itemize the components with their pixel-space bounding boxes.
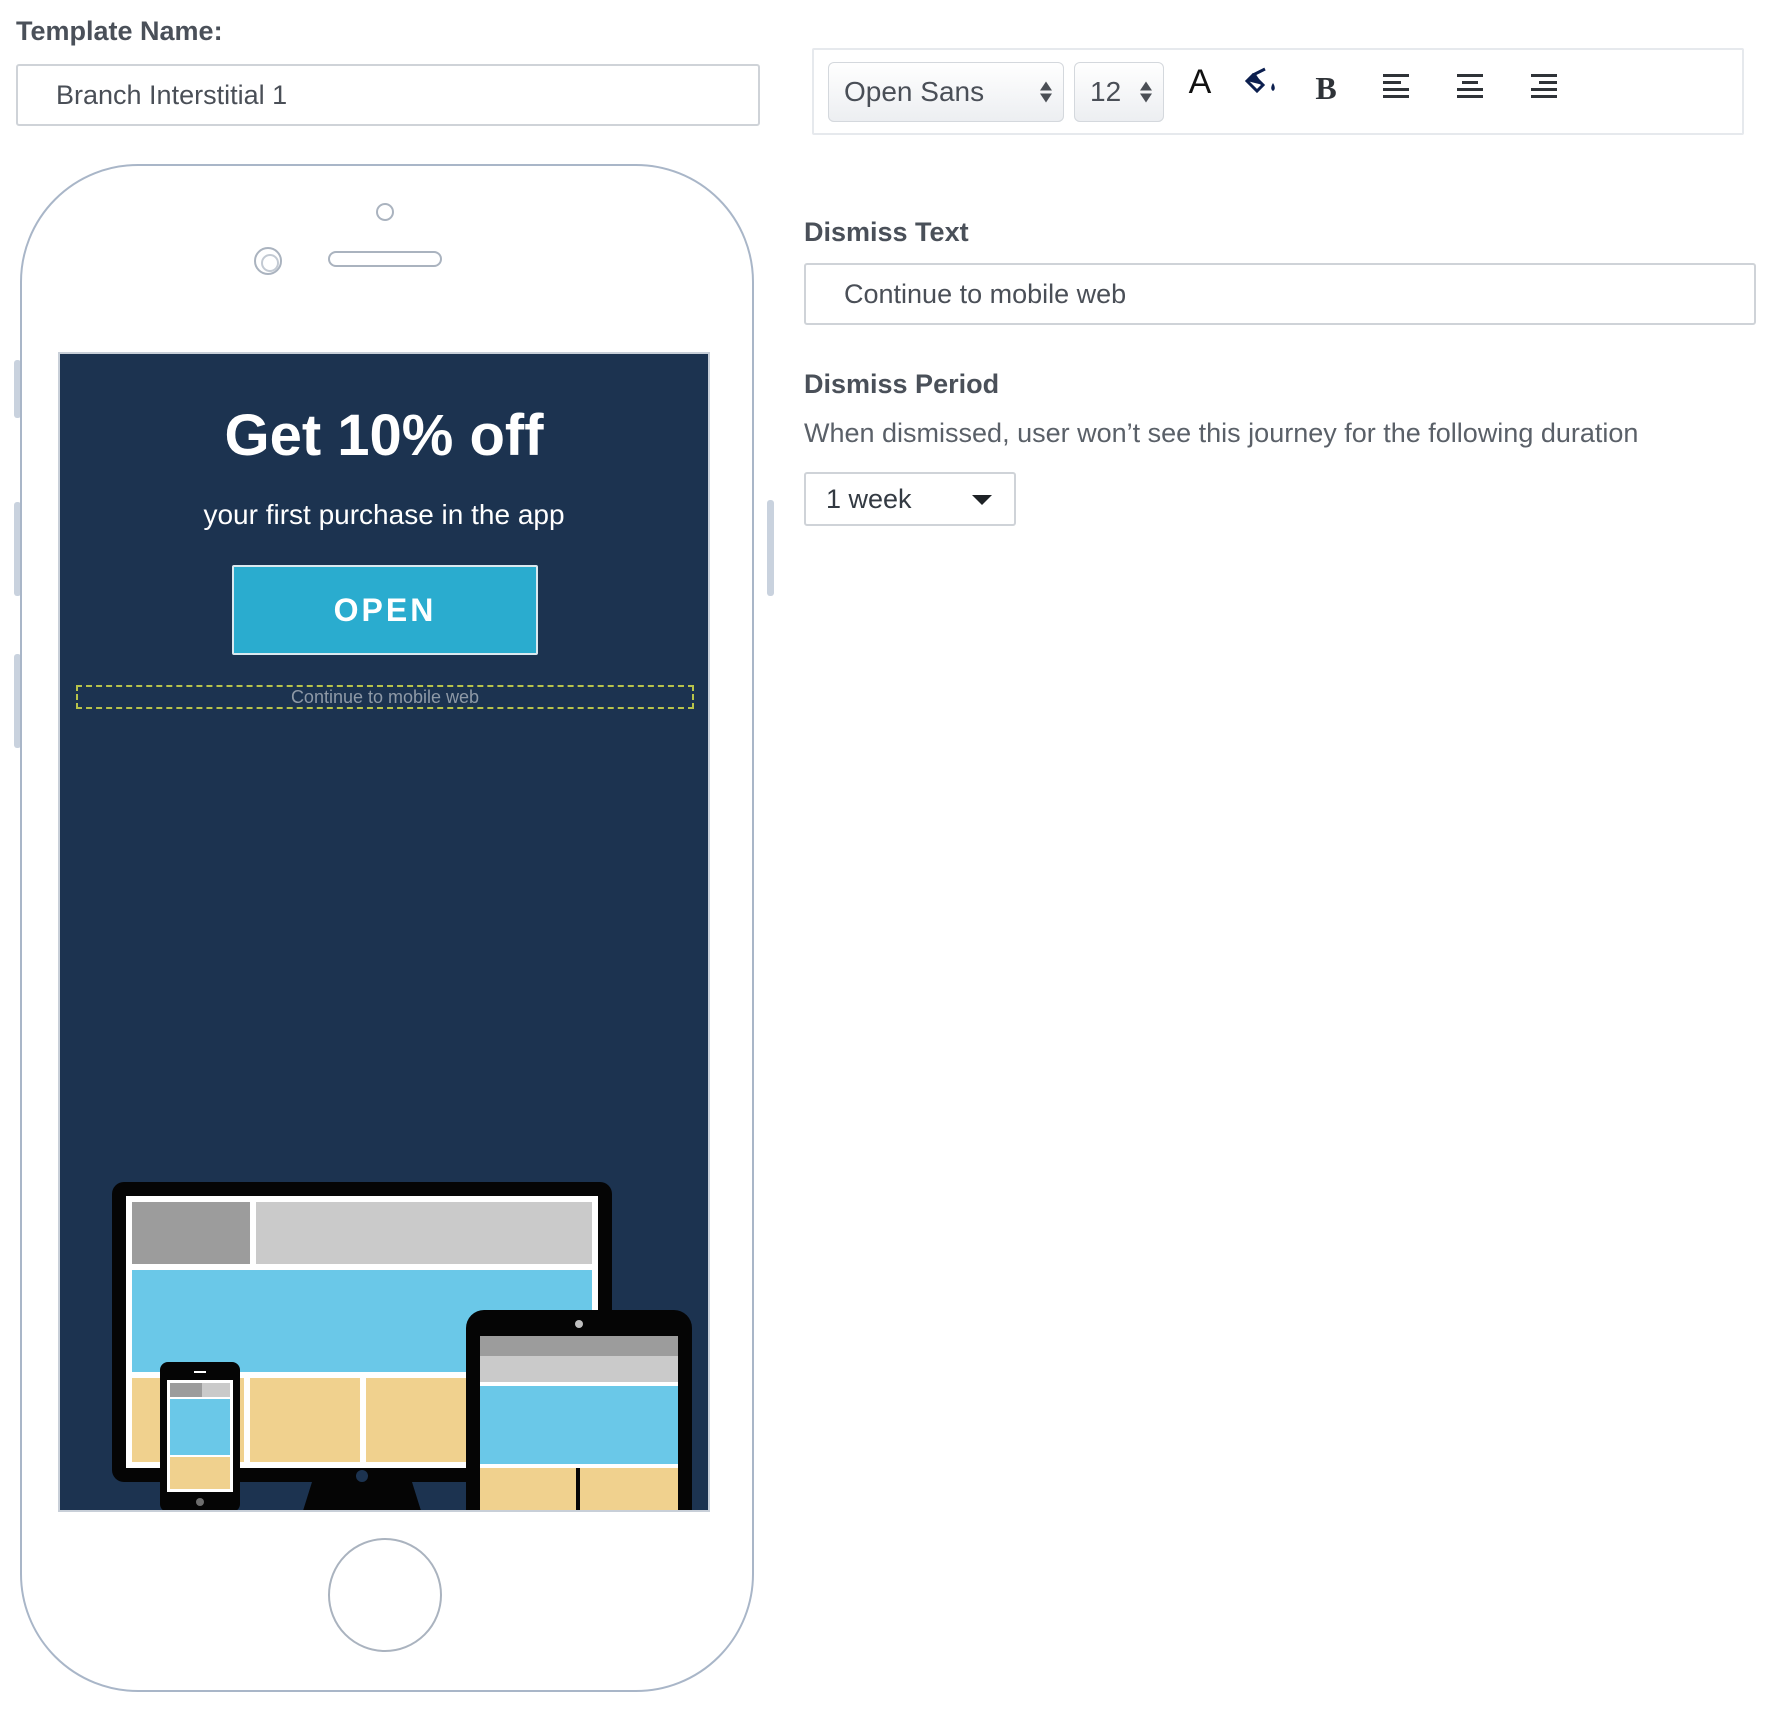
template-name-value: Branch Interstitial 1: [56, 79, 288, 110]
align-center-icon[interactable]: [1448, 64, 1492, 108]
promo-title: Get 10% off: [224, 403, 544, 468]
bold-icon[interactable]: B: [1304, 66, 1348, 110]
align-right-icon[interactable]: [1522, 64, 1566, 108]
phone-home-button: [328, 1538, 442, 1652]
dismiss-period-label: Dismiss Period: [804, 369, 1000, 399]
format-toolbar: Open Sans 12 A B: [812, 48, 1744, 135]
text-color-icon[interactable]: A: [1178, 60, 1222, 104]
promo-subtitle: your first purchase in the app: [203, 499, 565, 530]
fill-color-icon[interactable]: [1240, 60, 1284, 104]
dismiss-link[interactable]: Continue to mobile web: [76, 685, 694, 709]
font-family-select[interactable]: Open Sans: [828, 62, 1064, 122]
interstitial-preview[interactable]: Get 10% off your first purchase in the a…: [58, 352, 710, 1512]
dismiss-period-value: 1 week: [826, 483, 912, 514]
up-down-arrows-icon: [1040, 81, 1052, 103]
dismiss-period-helper: When dismissed, user won’t see this jour…: [804, 418, 1639, 448]
phone-power-button: [767, 500, 774, 596]
align-left-icon[interactable]: [1374, 64, 1418, 108]
phone-camera-icon: [254, 247, 282, 275]
open-app-button[interactable]: OPEN: [232, 565, 538, 655]
dismiss-text-input[interactable]: Continue to mobile web: [804, 263, 1756, 325]
phone-speaker: [328, 251, 442, 267]
font-family-value: Open Sans: [844, 76, 985, 107]
phone-sensor: [376, 203, 394, 221]
font-size-select[interactable]: 12: [1074, 62, 1164, 122]
dismiss-text-value: Continue to mobile web: [844, 278, 1127, 309]
caret-down-icon: [972, 495, 992, 505]
font-size-value: 12: [1090, 76, 1122, 107]
dismiss-text-label: Dismiss Text: [804, 217, 969, 247]
dismiss-period-select[interactable]: 1 week: [804, 472, 1016, 526]
template-name-label: Template Name:: [16, 16, 223, 46]
up-down-arrows-icon: [1140, 81, 1152, 103]
template-name-input[interactable]: Branch Interstitial 1: [16, 64, 760, 126]
